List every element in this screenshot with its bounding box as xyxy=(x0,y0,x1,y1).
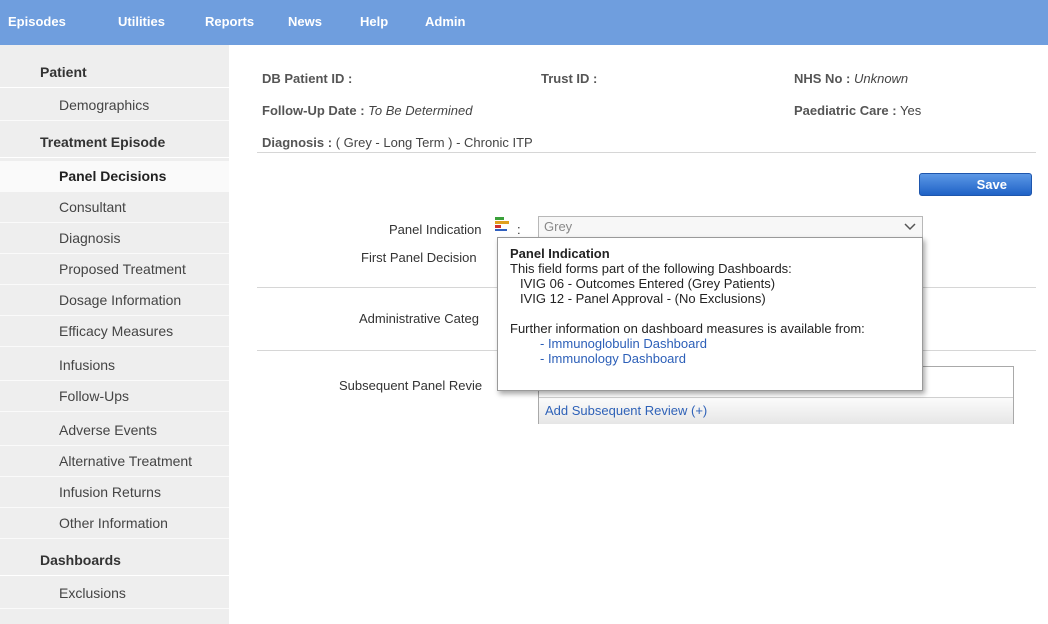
nav-utilities[interactable]: Utilities xyxy=(118,0,165,45)
sidebar-item-infusion-returns[interactable]: Infusion Returns xyxy=(0,477,229,508)
sidebar-item-other-information[interactable]: Other Information xyxy=(0,508,229,539)
sidebar-item-follow-ups[interactable]: Follow-Ups xyxy=(0,381,229,412)
tooltip-spacer xyxy=(510,306,922,321)
top-nav-bar: Episodes Utilities Reports News Help Adm… xyxy=(0,0,1048,45)
diagnosis-summary: Diagnosis : ( Grey - Long Term ) - Chron… xyxy=(262,135,533,150)
sidebar-item-panel-decisions[interactable]: Panel Decisions xyxy=(0,161,229,192)
sidebar-header-treatment-episode: Treatment Episode xyxy=(0,127,229,158)
follow-up-date: Follow-Up Date : To Be Determined xyxy=(262,103,472,118)
subsequent-panel-review-label: Subsequent Panel Revie xyxy=(339,378,483,393)
paediatric-care-label: Paediatric Care : xyxy=(794,103,897,118)
nav-admin[interactable]: Admin xyxy=(425,0,465,45)
trust-id: Trust ID : xyxy=(541,71,597,86)
sidebar: Patient Demographics Treatment Episode P… xyxy=(0,45,229,624)
panel-indication-colon: : xyxy=(517,222,521,237)
tooltip-intro: This field forms part of the following D… xyxy=(510,261,792,276)
nav-help[interactable]: Help xyxy=(360,0,388,45)
panel-indication-label: Panel Indication xyxy=(389,222,482,237)
administrative-category-label: Administrative Categ xyxy=(359,311,479,326)
sidebar-header-dashboards: Dashboards xyxy=(0,545,229,576)
trust-id-label: Trust ID : xyxy=(541,71,598,86)
tooltip-further-info: Further information on dashboard measure… xyxy=(510,321,865,336)
sidebar-item-infusions[interactable]: Infusions xyxy=(0,350,229,381)
sidebar-item-consultant[interactable]: Consultant xyxy=(0,192,229,223)
nhs-no: NHS No : Unknown xyxy=(794,71,908,86)
follow-up-date-value: To Be Determined xyxy=(368,103,473,118)
tooltip-dashboard-item: IVIG 12 - Panel Approval - (No Exclusion… xyxy=(520,291,766,306)
db-patient-id: DB Patient ID : xyxy=(262,71,352,86)
diagnosis-value: ( Grey - Long Term ) - Chronic ITP xyxy=(335,135,533,150)
diagnosis-label: Diagnosis : xyxy=(262,135,333,150)
add-subsequent-review-button[interactable]: Add Subsequent Review (+) xyxy=(539,397,1013,424)
save-button[interactable]: Save xyxy=(919,173,1032,196)
sidebar-item-exclusions[interactable]: Exclusions xyxy=(0,578,229,609)
db-patient-id-label: DB Patient ID : xyxy=(262,71,353,86)
nhs-no-label: NHS No : xyxy=(794,71,851,86)
nav-news[interactable]: News xyxy=(288,0,322,45)
sidebar-item-diagnosis[interactable]: Diagnosis xyxy=(0,223,229,254)
tooltip-dashboard-item: IVIG 06 - Outcomes Entered (Grey Patient… xyxy=(520,276,776,291)
paediatric-care: Paediatric Care : Yes xyxy=(794,103,921,118)
dashboard-tooltip: Panel Indication This field forms part o… xyxy=(497,237,923,391)
sidebar-item-efficacy-measures[interactable]: Efficacy Measures xyxy=(0,316,229,347)
follow-up-date-label: Follow-Up Date : xyxy=(262,103,365,118)
nav-reports[interactable]: Reports xyxy=(205,0,254,45)
panel-indication-select[interactable]: Grey xyxy=(538,216,923,238)
sidebar-item-proposed-treatment[interactable]: Proposed Treatment xyxy=(0,254,229,285)
sidebar-item-alternative-treatment[interactable]: Alternative Treatment xyxy=(0,446,229,477)
dashboard-info-icon[interactable] xyxy=(494,216,510,232)
header-divider xyxy=(257,152,1036,153)
sidebar-header-patient: Patient xyxy=(0,57,229,88)
sidebar-item-adverse-events[interactable]: Adverse Events xyxy=(0,415,229,446)
nav-episodes[interactable]: Episodes xyxy=(8,0,66,45)
sidebar-item-demographics[interactable]: Demographics xyxy=(0,90,229,121)
tooltip-title: Panel Indication xyxy=(510,246,610,261)
immunology-dashboard-link[interactable]: - Immunology Dashboard xyxy=(510,351,922,366)
immunoglobulin-dashboard-link[interactable]: - Immunoglobulin Dashboard xyxy=(510,336,922,351)
panel-indication-value: Grey xyxy=(544,219,573,234)
sidebar-item-dosage-information[interactable]: Dosage Information xyxy=(0,285,229,316)
first-panel-decision-label: First Panel Decision xyxy=(361,250,477,265)
paediatric-care-value: Yes xyxy=(900,103,922,118)
nhs-no-value: Unknown xyxy=(853,71,909,86)
